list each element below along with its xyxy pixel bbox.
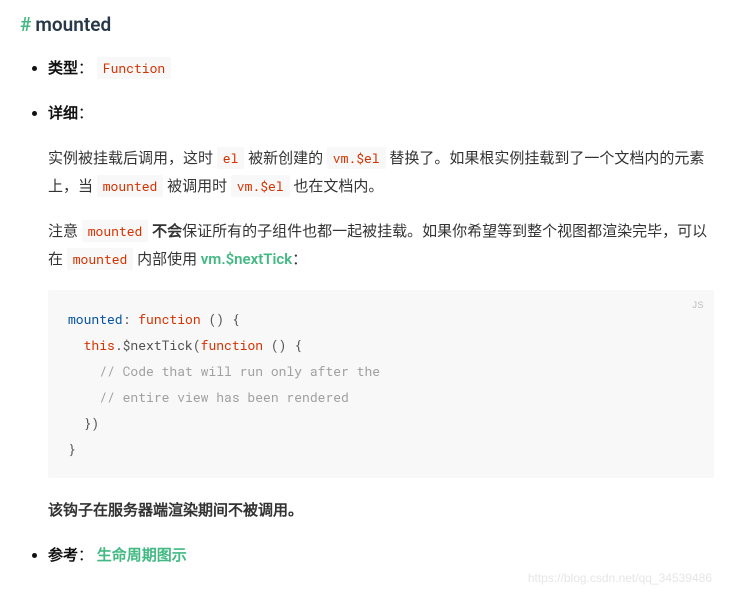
text: 被调用时 <box>163 177 230 195</box>
code-token: mounted <box>68 310 123 328</box>
text: 实例被挂载后调用，这时 <box>48 149 217 167</box>
heading-text: mounted <box>35 13 111 36</box>
bold-text: 不会 <box>152 222 182 240</box>
code-vm-el: vm.$el <box>231 175 290 197</box>
code-el: el <box>217 147 245 169</box>
colon: ： <box>78 104 93 122</box>
type-value: Function <box>97 57 171 79</box>
code-mounted: mounted <box>67 248 134 270</box>
code-token <box>68 336 84 354</box>
code-token: .$nextTick( <box>115 336 201 354</box>
code-token: () { <box>201 310 240 328</box>
text: 被新创建的 <box>244 149 326 167</box>
code-token: }) <box>68 414 99 432</box>
code-token: () { <box>263 336 302 354</box>
detail-label: 详细 <box>48 104 78 122</box>
detail-paragraph-1: 实例被挂载后调用，这时 el 被新创建的 vm.$el 替换了。如果根实例挂载到… <box>48 144 714 201</box>
watermark: https://blog.csdn.net/qq_34539486 <box>528 568 712 589</box>
code-token: : <box>123 310 139 328</box>
server-render-note: 该钩子在服务器端渲染期间不被调用。 <box>48 496 714 525</box>
code-pre: mounted: function () { this.$nextTick(fu… <box>68 306 694 462</box>
detail-body: 实例被挂载后调用，这时 el 被新创建的 vm.$el 替换了。如果根实例挂载到… <box>48 144 714 525</box>
code-vm-el: vm.$el <box>327 147 386 169</box>
code-mounted: mounted <box>82 220 149 242</box>
code-token: function <box>138 310 200 328</box>
code-token: function <box>201 336 263 354</box>
list-item-reference: 参考： 生命周期图示 <box>48 542 714 568</box>
code-block: JS mounted: function () { this.$nextTick… <box>48 290 714 478</box>
type-label: 类型 <box>48 59 78 77</box>
list-item-detail: 详细： 实例被挂载后调用，这时 el 被新创建的 vm.$el 替换了。如果根实… <box>48 100 714 525</box>
content-list: 类型： Function 详细： 实例被挂载后调用，这时 el 被新创建的 vm… <box>20 55 714 568</box>
code-mounted: mounted <box>97 175 164 197</box>
hash-anchor[interactable]: # <box>20 13 31 36</box>
code-comment: // Code that will run only after the <box>68 362 380 380</box>
colon: ： <box>78 59 93 77</box>
text: 内部使用 <box>133 250 200 268</box>
code-token: } <box>68 440 76 458</box>
text: 注意 <box>48 222 82 240</box>
section-heading: #mounted <box>20 8 714 41</box>
list-item-type: 类型： Function <box>48 55 714 81</box>
text: 也在文档内。 <box>290 177 384 195</box>
link-nexttick[interactable]: vm.$nextTick <box>201 250 292 268</box>
code-lang-badge: JS <box>692 296 704 314</box>
code-token: this <box>84 336 115 354</box>
code-comment: // entire view has been rendered <box>68 388 349 406</box>
text: ： <box>292 250 307 268</box>
detail-paragraph-2: 注意 mounted 不会保证所有的子组件也都一起被挂载。如果你希望等到整个视图… <box>48 217 714 274</box>
